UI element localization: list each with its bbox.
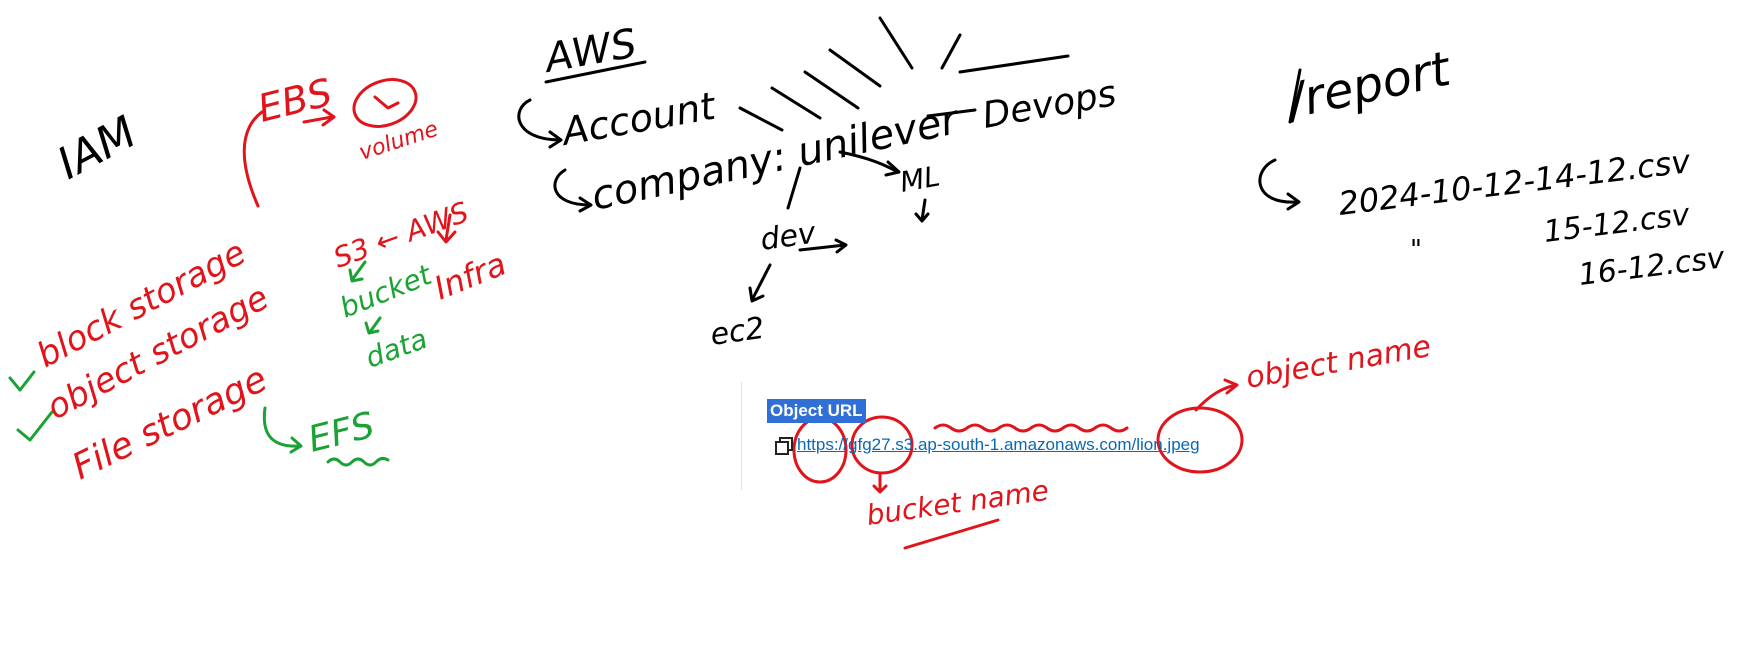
arrow-dev-to-ec2: [748, 263, 772, 303]
ml-arrow-down: [914, 198, 930, 223]
note-devops: Devops: [979, 73, 1119, 137]
note-report-file-2: 15-12.csv: [1542, 197, 1693, 250]
object-url-heading: Object URL: [767, 399, 866, 423]
arrow-aws-to-account: [517, 98, 563, 149]
object-url-link[interactable]: https://gfg27.s3.ap-south-1.amazonaws.co…: [797, 435, 1200, 455]
note-iam: IAM: [49, 107, 145, 190]
arrow-bucket-to-data: [364, 316, 382, 335]
whiteboard-canvas: IAM EBS volume block storage object stor…: [8, 16, 1728, 550]
note-dev: dev: [758, 215, 819, 258]
note-ec2: ec2: [708, 311, 766, 353]
arrow-block-to-ebs: [242, 110, 264, 208]
efs-underline: [326, 456, 390, 467]
note-report-ditto-mark: ": [1410, 235, 1422, 265]
arrow-report-to-files: [1258, 158, 1301, 211]
object-url-panel: Object URL https://gfg27.s3.ap-south-1.a…: [741, 382, 1302, 490]
note-efs: EFS: [304, 405, 378, 461]
copy-icon[interactable]: [775, 437, 793, 455]
object-url-row: https://gfg27.s3.ap-south-1.amazonaws.co…: [775, 435, 1200, 455]
arrow-file-to-efs: [262, 406, 303, 454]
arrow-account-to-company: [553, 168, 593, 213]
checkmark-object: [16, 410, 54, 442]
note-account: Account: [556, 83, 720, 154]
checkmark-block: [8, 370, 36, 392]
note-report: /report: [1279, 40, 1457, 130]
note-report-file-3: 16-12.csv: [1577, 240, 1728, 293]
note-ebs: EBS: [254, 70, 337, 131]
note-ml: ML: [897, 159, 942, 198]
note-infra: Infra: [429, 245, 512, 308]
volume-disk-icon-detail: [373, 95, 400, 110]
